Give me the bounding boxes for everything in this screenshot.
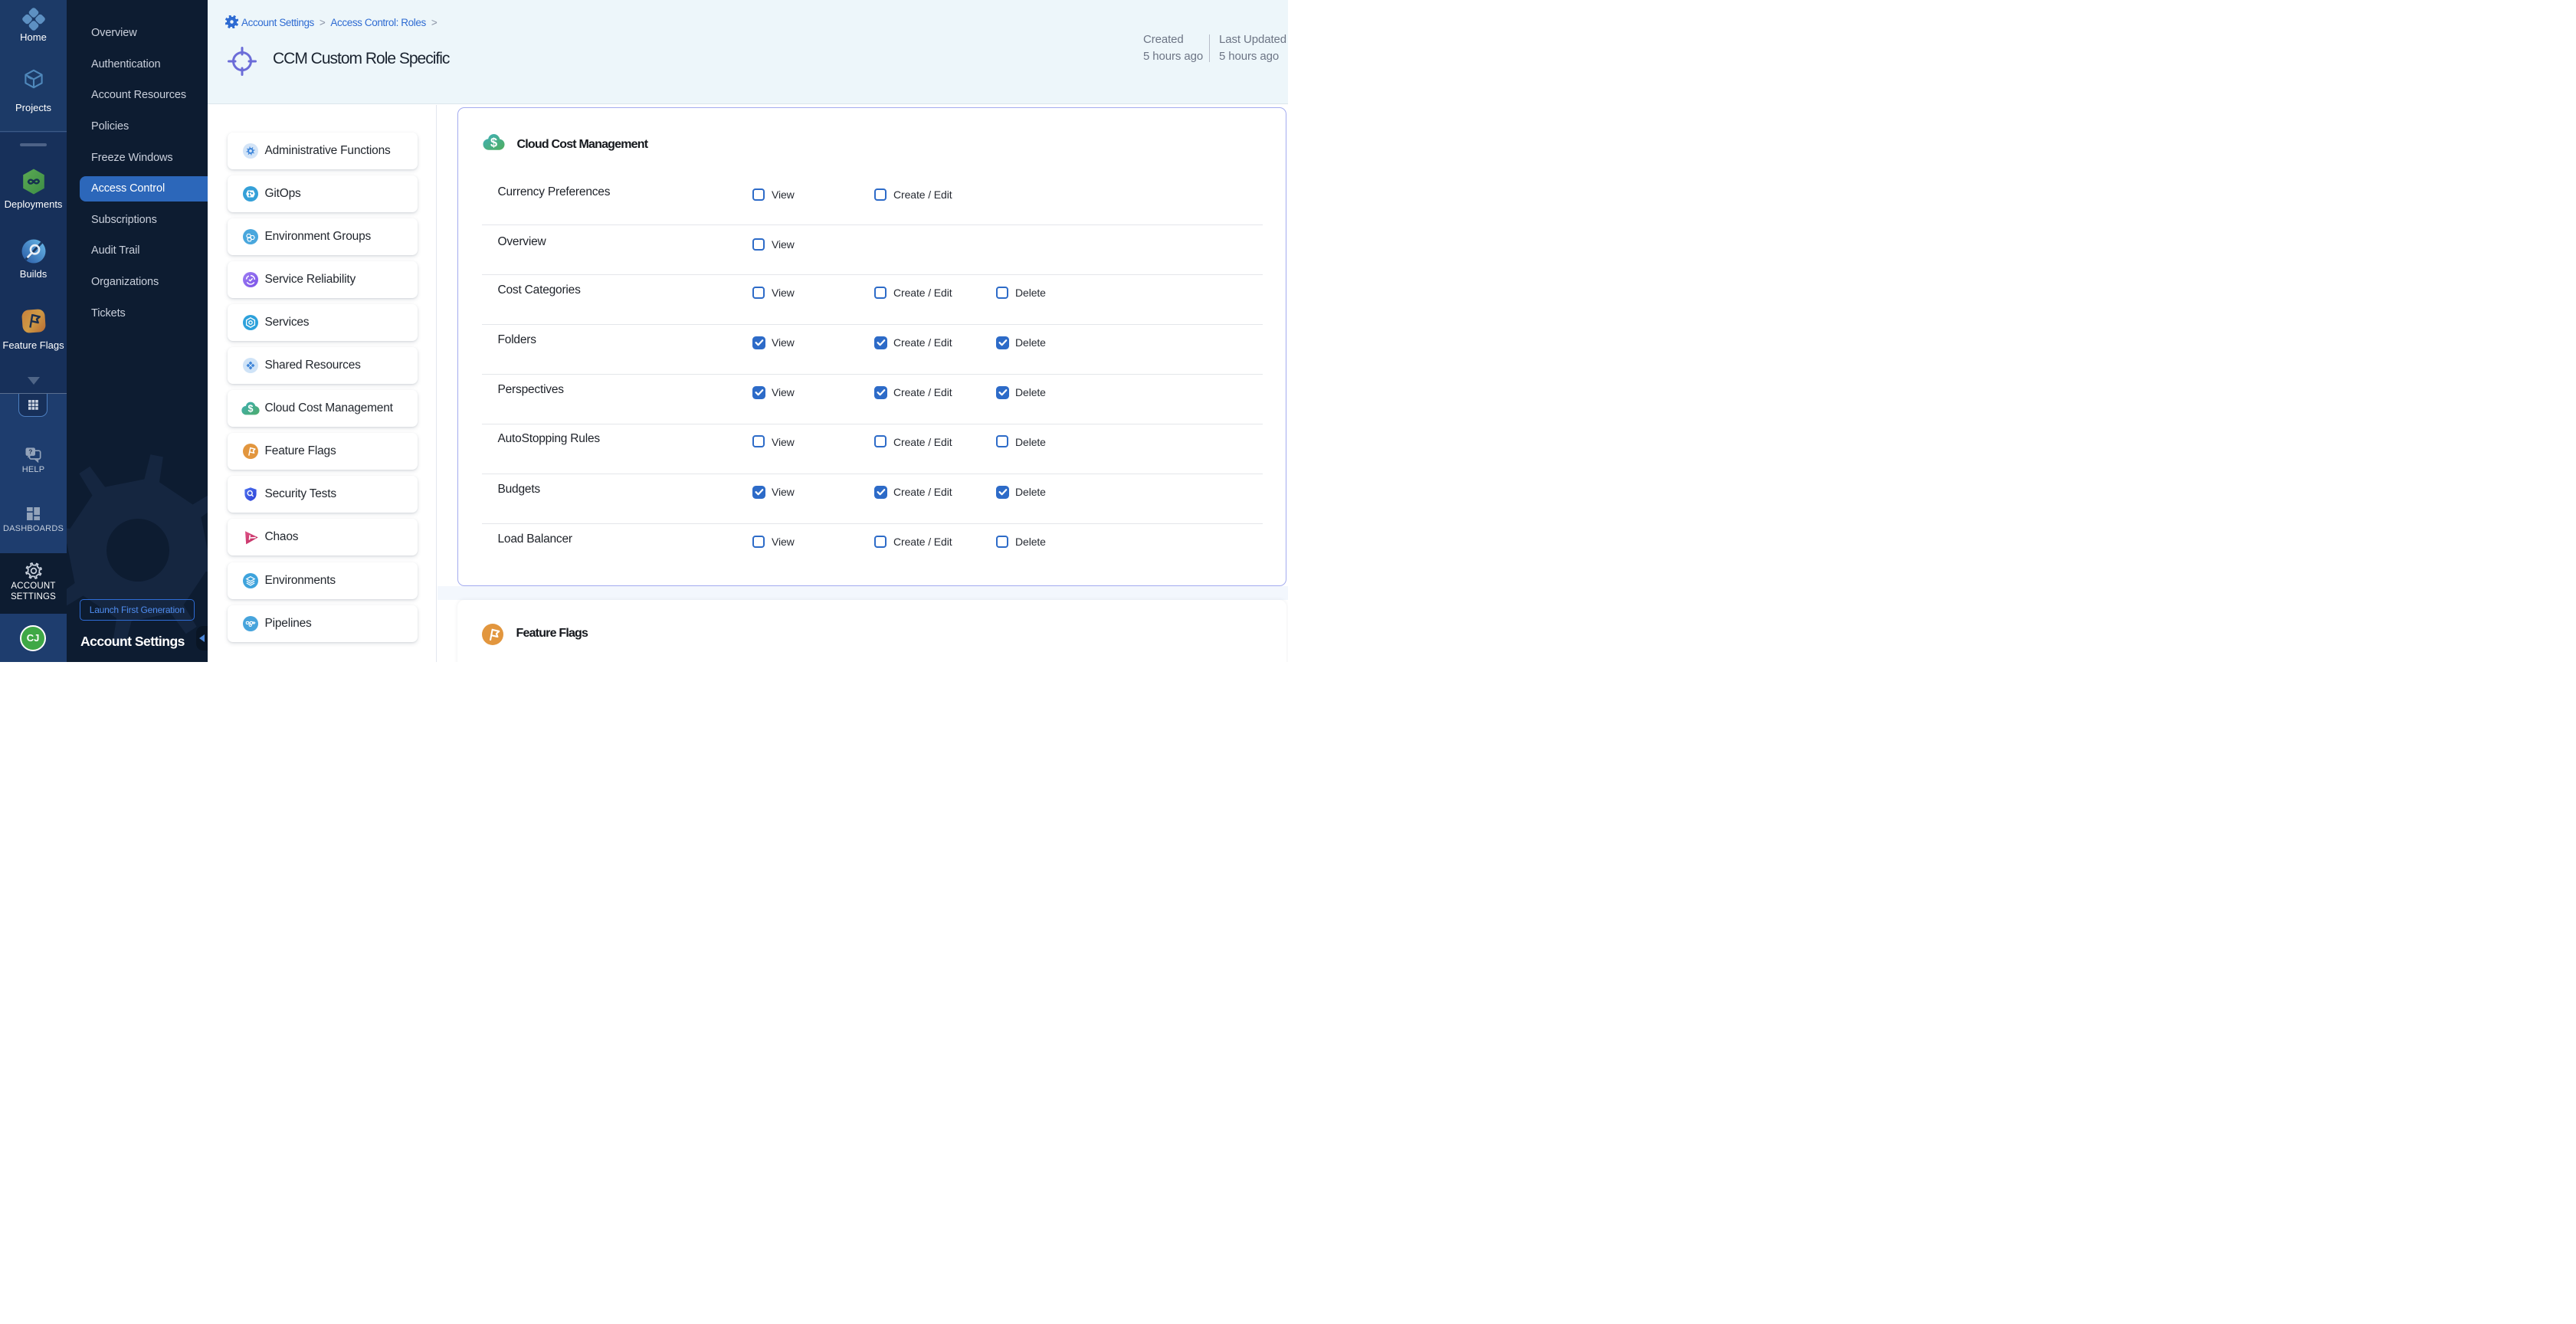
svg-text:?: ? [28,449,32,456]
svg-text:$: $ [490,136,497,150]
svg-text:$: $ [247,404,253,415]
